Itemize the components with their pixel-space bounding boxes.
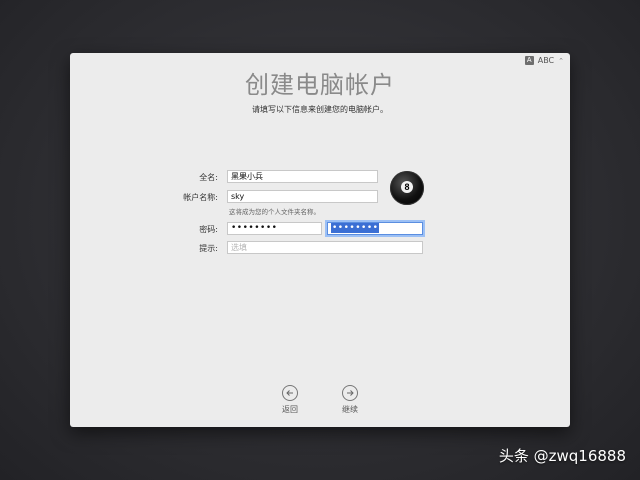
input-source-menu[interactable]: A ABC ⌃	[524, 56, 564, 65]
verify-password-field[interactable]: ••••••••	[327, 222, 423, 235]
input-source-name: ABC	[537, 56, 555, 65]
forward-arrow-icon	[342, 385, 358, 401]
chevron-updown-icon: ⌃	[558, 56, 564, 65]
password-hint-label: 提示:	[199, 244, 218, 253]
back-label: 返回	[282, 405, 298, 414]
continue-label: 继续	[342, 405, 358, 414]
password-label: 密码:	[199, 225, 218, 234]
input-source-icon: A	[524, 56, 534, 65]
full-name-field[interactable]: 黑果小兵	[227, 170, 378, 183]
password-hint-field[interactable]: 选填	[227, 241, 423, 254]
eight-ball-icon: 8	[401, 181, 413, 193]
setup-assistant-window: A ABC ⌃ 创建电脑帐户 请填写以下信息来创建您的电脑帐户。 全名: 黑果小…	[70, 53, 570, 427]
password-field[interactable]: ••••••••	[227, 222, 322, 235]
user-picture-button[interactable]: 8	[390, 171, 424, 205]
watermark: 头条 @zwq16888	[498, 447, 626, 465]
account-name-field[interactable]: sky	[227, 190, 378, 203]
page-subtitle: 请填写以下信息来创建您的电脑帐户。	[252, 105, 388, 114]
page-title: 创建电脑帐户	[245, 71, 395, 99]
full-name-label: 全名:	[199, 173, 218, 182]
back-button[interactable]: 返回	[270, 385, 310, 415]
verify-password-selection: ••••••••	[331, 223, 380, 233]
account-name-label: 帐户名称:	[183, 193, 218, 202]
account-name-hint: 这将成为您的个人文件夹名称。	[229, 208, 320, 216]
continue-button[interactable]: 继续	[330, 385, 370, 415]
back-arrow-icon	[282, 385, 298, 401]
